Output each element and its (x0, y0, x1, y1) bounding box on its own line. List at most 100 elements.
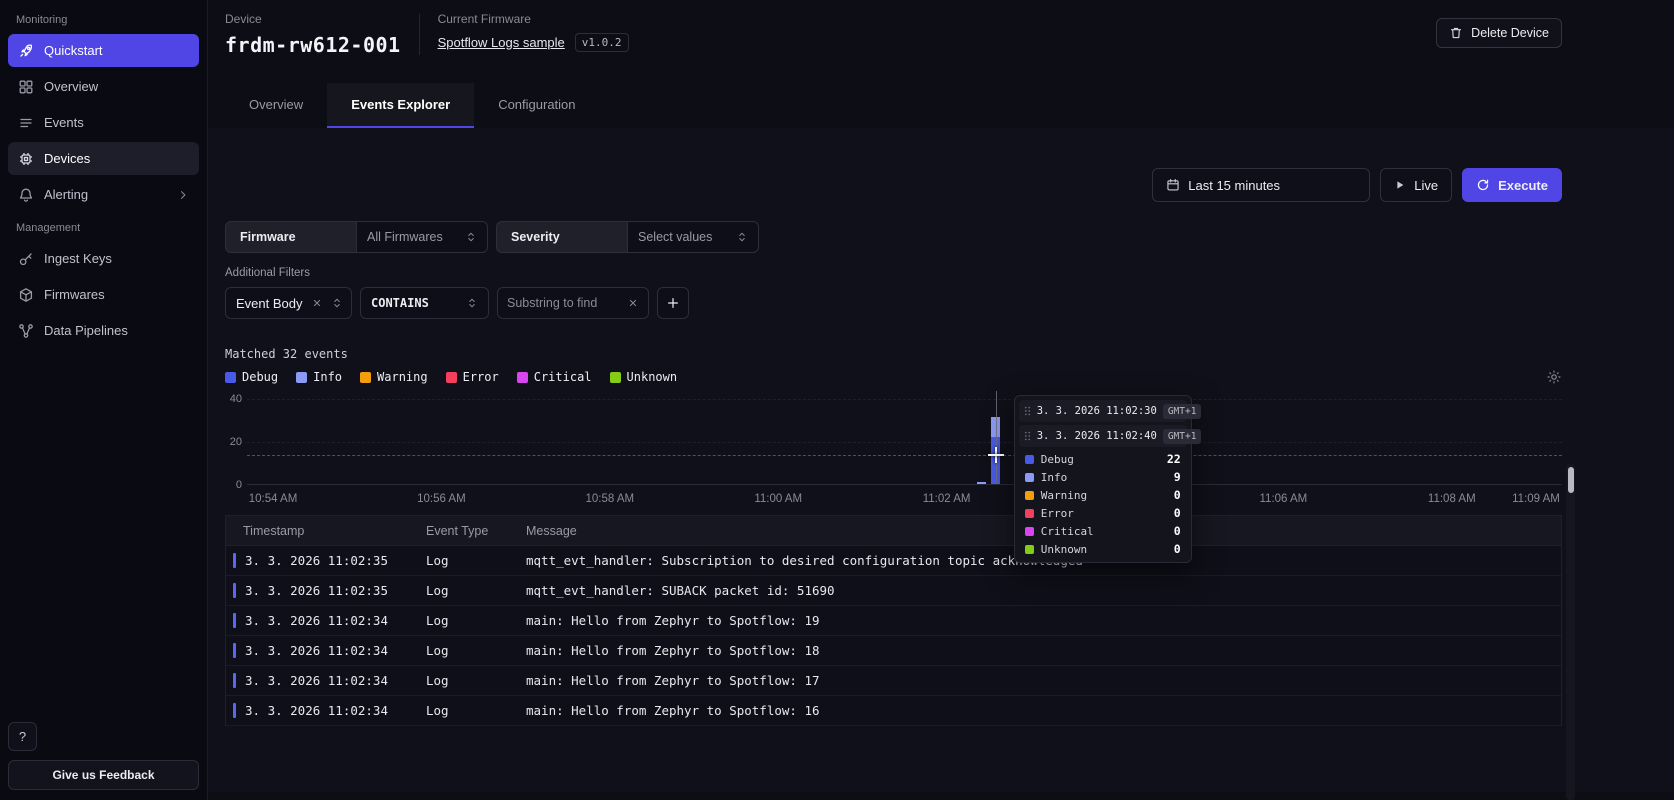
add-filter-button[interactable] (657, 287, 689, 319)
live-button[interactable]: Live (1380, 168, 1452, 202)
sidebar-item-firmwares[interactable]: Firmwares (8, 278, 199, 311)
firmware-label: Current Firmware (438, 12, 629, 26)
legend-item-info[interactable]: Info (296, 370, 342, 384)
feedback-button[interactable]: Give us Feedback (8, 760, 199, 790)
legend-item-debug[interactable]: Debug (225, 370, 278, 384)
device-name: frdm-rw612-001 (225, 33, 401, 57)
severity-swatch (1025, 491, 1034, 500)
firmware-filter-value: All Firmwares (367, 230, 443, 244)
severity-swatch (1025, 473, 1034, 482)
tooltip-severity-warning: Warning0 (1019, 486, 1187, 504)
firmware-link[interactable]: Spotflow Logs sample (438, 35, 565, 50)
event-type: Log (426, 703, 526, 718)
substring-input[interactable] (507, 296, 621, 310)
clear-icon[interactable] (627, 297, 639, 309)
sidebar-item-overview[interactable]: Overview (8, 70, 199, 103)
y-axis-tick: 20 (230, 436, 242, 448)
sidebar-item-label: Overview (44, 79, 98, 94)
severity-accent-bar (233, 643, 236, 658)
sidebar-item-label: Devices (44, 151, 90, 166)
severity-name: Warning (1041, 489, 1087, 502)
clear-icon[interactable] (311, 297, 323, 309)
x-axis-tick: 11:06 AM (1260, 493, 1308, 505)
legend-item-error[interactable]: Error (446, 370, 499, 384)
list-icon (18, 115, 34, 131)
severity-filter-placeholder: Select values (638, 230, 712, 244)
legend-item-warning[interactable]: Warning (360, 370, 428, 384)
legend-label: Info (313, 370, 342, 384)
primary-filters: Firmware All Firmwares Severity Select v… (225, 221, 1562, 253)
chart-plot-area[interactable]: 3. 3. 2026 11:02:30GMT+13. 3. 2026 11:02… (247, 399, 1562, 485)
app-root: MonitoringQuickstartOverviewEventsDevice… (0, 0, 1674, 800)
sidebar-item-quickstart[interactable]: Quickstart (8, 34, 199, 67)
table-scrollbar[interactable] (1566, 464, 1575, 800)
delete-device-button[interactable]: Delete Device (1436, 18, 1562, 48)
delete-device-label: Delete Device (1471, 26, 1549, 40)
tooltip-datetime: 3. 3. 2026 11:02:40 (1037, 430, 1157, 442)
event-row[interactable]: 3. 3. 2026 11:02:34Logmain: Hello from Z… (226, 636, 1561, 666)
tab-overview[interactable]: Overview (225, 83, 327, 128)
severity-swatch (1025, 527, 1034, 536)
sidebar-bottom: ? Give us Feedback (8, 722, 199, 790)
chevron-updown-icon (465, 231, 477, 243)
execute-label: Execute (1498, 178, 1548, 193)
sidebar-item-label: Alerting (44, 187, 88, 202)
filter-operator-select[interactable]: CONTAINS (360, 287, 489, 319)
event-type: Log (426, 673, 526, 688)
legend: Debug Info Warning Error Critical Unknown (225, 370, 695, 384)
time-range-button[interactable]: Last 15 minutes (1152, 168, 1370, 202)
help-button[interactable]: ? (8, 722, 37, 751)
legend-item-critical[interactable]: Critical (517, 370, 592, 384)
x-axis-tick: 11:00 AM (754, 493, 802, 505)
tooltip-severity-counts: Debug22Info9Warning0Error0Critical0Unkno… (1019, 450, 1187, 558)
device-label: Device (225, 12, 401, 26)
event-row[interactable]: 3. 3. 2026 11:02:35Logmqtt_evt_handler: … (226, 546, 1561, 576)
sidebar-nav: MonitoringQuickstartOverviewEventsDevice… (8, 6, 199, 347)
histogram-bar-info[interactable] (977, 482, 986, 484)
severity-name: Info (1041, 471, 1068, 484)
tooltip-datetime: 3. 3. 2026 11:02:30 (1037, 405, 1157, 417)
legend-item-unknown[interactable]: Unknown (610, 370, 678, 384)
sidebar-item-events[interactable]: Events (8, 106, 199, 139)
y-axis-tick: 0 (236, 479, 242, 491)
table-body: 3. 3. 2026 11:02:35Logmqtt_evt_handler: … (226, 546, 1561, 726)
tooltip-time-to: 3. 3. 2026 11:02:40GMT+1 (1019, 425, 1187, 447)
events-histogram: 40200 3. 3. 2026 11:02:30GMT+13. 3. 2026… (225, 399, 1562, 485)
x-axis-tick: 11:08 AM (1428, 493, 1476, 505)
tab-configuration[interactable]: Configuration (474, 83, 599, 128)
filter-field-value: Event Body (236, 296, 303, 311)
legend-row: Debug Info Warning Error Critical Unknown (225, 369, 1562, 385)
main: Device frdm-rw612-001 Current Firmware S… (208, 0, 1674, 800)
x-axis-tick: 10:56 AM (417, 493, 466, 505)
sidebar-item-data-pipelines[interactable]: Data Pipelines (8, 314, 199, 347)
firmware-filter-select[interactable]: All Firmwares (356, 221, 488, 253)
chart-tooltip: 3. 3. 2026 11:02:30GMT+13. 3. 2026 11:02… (1014, 395, 1192, 563)
filter-field-select[interactable]: Event Body (225, 287, 352, 319)
legend-label: Error (463, 370, 499, 384)
tooltip-severity-unknown: Unknown0 (1019, 540, 1187, 558)
severity-count: 22 (1167, 452, 1181, 466)
severity-filter-select[interactable]: Select values (627, 221, 759, 253)
sidebar-item-devices[interactable]: Devices (8, 142, 199, 175)
sidebar-item-label: Quickstart (44, 43, 103, 58)
event-row[interactable]: 3. 3. 2026 11:02:34Logmain: Hello from Z… (226, 666, 1561, 696)
severity-swatch (1025, 455, 1034, 464)
event-row[interactable]: 3. 3. 2026 11:02:35Logmqtt_evt_handler: … (226, 576, 1561, 606)
tab-events-explorer[interactable]: Events Explorer (327, 83, 474, 128)
x-axis-tick: 10:54 AM (249, 493, 298, 505)
additional-filters-label: Additional Filters (225, 267, 1562, 279)
sync-icon (1476, 178, 1490, 192)
cube-icon (18, 287, 34, 303)
substring-filter (497, 287, 649, 319)
event-row[interactable]: 3. 3. 2026 11:02:34Logmain: Hello from Z… (226, 606, 1561, 636)
event-timestamp: 3. 3. 2026 11:02:34 (226, 643, 426, 658)
event-row[interactable]: 3. 3. 2026 11:02:34Logmain: Hello from Z… (226, 696, 1561, 726)
sidebar-item-alerting[interactable]: Alerting (8, 178, 199, 211)
sidebar-item-ingest-keys[interactable]: Ingest Keys (8, 242, 199, 275)
grid-icon (18, 79, 34, 95)
chart-settings-button[interactable] (1546, 369, 1562, 385)
column-header-timestamp: Timestamp (226, 524, 426, 538)
device-block: Device frdm-rw612-001 (225, 12, 401, 57)
execute-button[interactable]: Execute (1462, 168, 1562, 202)
scrollbar-thumb[interactable] (1568, 467, 1574, 493)
